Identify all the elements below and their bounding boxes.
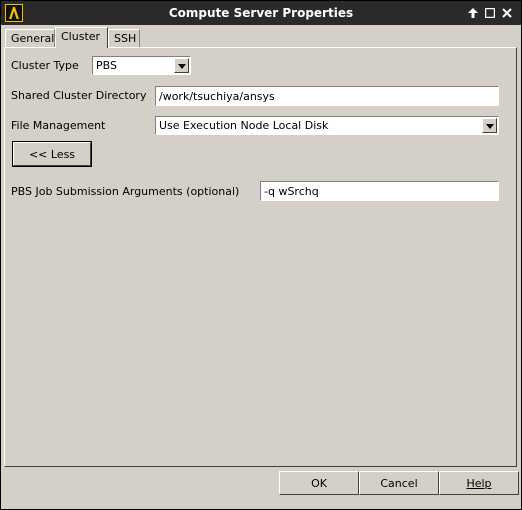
shared-dir-input[interactable]: /work/tsuchiya/ansys bbox=[155, 86, 499, 106]
help-button-label: Help bbox=[466, 476, 492, 490]
shared-dir-label: Shared Cluster Directory bbox=[11, 89, 147, 102]
ok-button[interactable]: OK bbox=[279, 471, 359, 495]
shared-dir-value: /work/tsuchiya/ansys bbox=[159, 90, 275, 103]
maximize-icon[interactable] bbox=[482, 5, 498, 21]
tab-ssh-label: SSH bbox=[114, 32, 137, 45]
ok-button-label: OK bbox=[311, 476, 327, 490]
less-button[interactable]: << Less bbox=[12, 141, 92, 167]
help-button[interactable]: Help bbox=[439, 471, 519, 495]
close-icon[interactable] bbox=[499, 5, 515, 21]
file-management-label: File Management bbox=[11, 119, 106, 132]
tab-general-label: General bbox=[11, 32, 55, 45]
file-management-value: Use Execution Node Local Disk bbox=[159, 119, 329, 132]
pin-icon[interactable] bbox=[465, 5, 481, 21]
pbs-args-label: PBS Job Submission Arguments (optional) bbox=[11, 185, 240, 198]
tab-general[interactable]: General bbox=[5, 29, 55, 47]
tab-ssh[interactable]: SSH bbox=[108, 29, 140, 47]
cluster-type-value: PBS bbox=[96, 59, 117, 72]
cluster-type-select[interactable]: PBS bbox=[92, 56, 191, 75]
cluster-tab-panel: Cluster Type PBS Shared Cluster Director… bbox=[4, 47, 517, 467]
cluster-type-label: Cluster Type bbox=[11, 59, 79, 72]
less-button-label: << Less bbox=[28, 147, 76, 161]
pbs-args-value: -q wSrchq bbox=[264, 185, 319, 198]
tab-cluster-label: Cluster bbox=[61, 30, 101, 43]
cancel-button-label: Cancel bbox=[380, 476, 418, 490]
tab-cluster[interactable]: Cluster bbox=[55, 27, 108, 48]
file-management-select[interactable]: Use Execution Node Local Disk bbox=[155, 116, 499, 135]
chevron-down-icon[interactable] bbox=[174, 58, 189, 73]
pbs-args-input[interactable]: -q wSrchq bbox=[260, 181, 499, 201]
window-title: Compute Server Properties bbox=[168, 6, 354, 20]
compute-server-properties-dialog: Compute Server Properties General Cluste… bbox=[0, 0, 522, 510]
title-bar[interactable]: Compute Server Properties bbox=[1, 1, 521, 25]
cancel-button[interactable]: Cancel bbox=[359, 471, 439, 495]
chevron-down-icon[interactable] bbox=[482, 118, 497, 133]
